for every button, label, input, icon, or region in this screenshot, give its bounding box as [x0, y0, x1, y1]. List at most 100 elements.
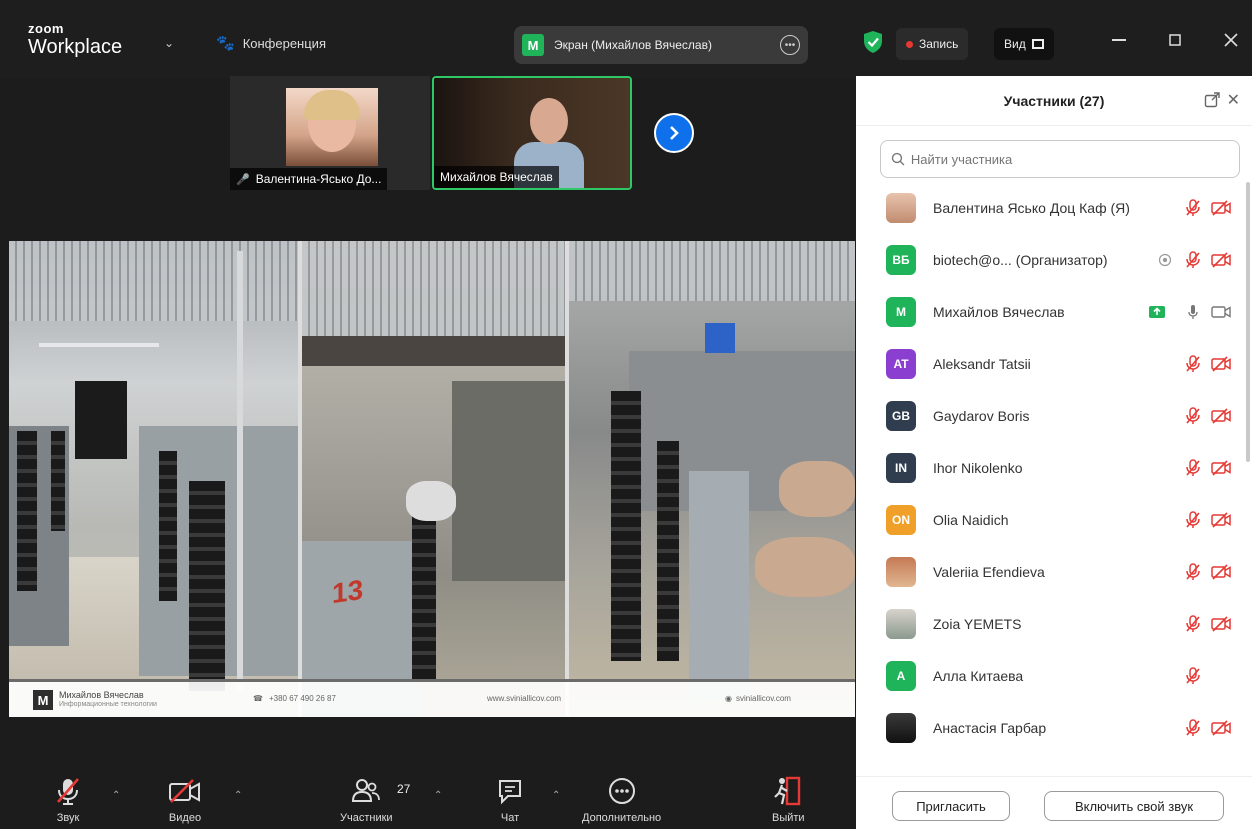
- participant-row[interactable]: Анастасія Гарбар: [856, 702, 1244, 754]
- participant-row[interactable]: Zoia YEMETS: [856, 598, 1244, 650]
- minimize-button[interactable]: [1104, 28, 1134, 52]
- zoom-window: zoom Workplace ⌄ 🐾 Конференция M Экран (…: [0, 0, 1252, 829]
- video-thumbnail[interactable]: 🎤 Валентина-Ясько До...: [230, 76, 430, 190]
- footer-social-text: sviniallicov.com: [735, 694, 791, 703]
- participants-icon: [351, 776, 381, 806]
- maximize-button[interactable]: [1160, 28, 1190, 52]
- mic-muted-icon: [1182, 354, 1204, 374]
- avatar: [886, 609, 916, 639]
- mic-muted-icon: [1182, 406, 1204, 426]
- footer-logo: M Михайлов Вячеслав Информационные техно…: [33, 690, 157, 710]
- view-label: Вид: [1004, 37, 1026, 51]
- participant-row[interactable]: Valeriia Efendieva: [856, 546, 1244, 598]
- participant-row[interactable]: IN Ihor Nikolenko: [856, 442, 1244, 494]
- thumbnail-name-text: Валентина-Ясько До...: [255, 172, 382, 186]
- audio-button[interactable]: Звук: [54, 776, 82, 824]
- chat-label: Чат: [500, 812, 520, 824]
- screen-share-label: Экран (Михайлов Вячеслав): [554, 38, 712, 52]
- slide-footer: M Михайлов Вячеслав Информационные техно…: [9, 679, 855, 717]
- screen-share-pill[interactable]: M Экран (Михайлов Вячеслав) •••: [514, 26, 808, 64]
- avatar: GB: [886, 401, 916, 431]
- minimize-icon: [1112, 39, 1126, 41]
- participant-list: Валентина Ясько Доц Каф (Я) ВБ biotech@o..…: [856, 182, 1244, 772]
- chat-options-caret[interactable]: ⌃: [552, 790, 560, 801]
- close-panel-icon[interactable]: ✕: [1227, 90, 1240, 110]
- participants-button[interactable]: Участники: [340, 776, 393, 824]
- camera-off-icon: [1210, 562, 1232, 582]
- camera-off-icon: [1210, 198, 1232, 218]
- shared-screen: 13 M Михайлов Вячеслав Информационные те…: [9, 241, 855, 717]
- participant-row[interactable]: ВБ biotech@o... (Организатор): [856, 234, 1244, 286]
- participant-name: biotech@o... (Организатор): [933, 252, 1108, 268]
- record-button[interactable]: Запись: [896, 28, 969, 60]
- more-icon: [607, 776, 637, 806]
- logo-workplace-text: Workplace: [28, 36, 123, 58]
- audio-label: Звук: [56, 812, 80, 824]
- avatar: [886, 557, 916, 587]
- maximize-icon: [1169, 34, 1181, 46]
- record-icon: [1154, 250, 1176, 270]
- close-window-button[interactable]: [1216, 28, 1246, 52]
- globe-icon: ◉: [725, 694, 732, 703]
- chevron-down-icon[interactable]: ⌄: [164, 36, 174, 50]
- participant-name: Olia Naidich: [933, 512, 1009, 528]
- footer-social: ◉ sviniallicov.com: [725, 694, 791, 703]
- participant-row[interactable]: GB Gaydarov Boris: [856, 390, 1244, 442]
- mic-muted-icon: [1182, 562, 1204, 582]
- video-label: Видео: [168, 812, 202, 824]
- conference-label: Конференция: [242, 35, 326, 51]
- participant-name: Ihor Nikolenko: [933, 460, 1023, 476]
- mic-muted-icon: [54, 776, 82, 806]
- invite-button[interactable]: Пригласить: [892, 791, 1010, 821]
- camera-off-icon: [1210, 614, 1232, 634]
- barn-photo-3: [569, 241, 855, 717]
- camera-off-icon: [1210, 510, 1232, 530]
- participant-row[interactable]: AT Aleksandr Tatsii: [856, 338, 1244, 390]
- participant-search[interactable]: [880, 140, 1240, 178]
- chat-button[interactable]: Чат: [496, 776, 524, 824]
- participants-count: 27: [397, 782, 411, 796]
- paw-icon: 🐾: [216, 35, 235, 52]
- more-options-icon[interactable]: •••: [780, 35, 800, 55]
- view-button[interactable]: Вид: [994, 28, 1054, 60]
- participant-row[interactable]: Валентина Ясько Доц Каф (Я): [856, 182, 1244, 234]
- grid-view-icon: [1031, 39, 1044, 49]
- audio-options-caret[interactable]: ⌃: [112, 790, 120, 801]
- panel-footer: Пригласить Включить свой звук: [856, 776, 1252, 829]
- participants-options-caret[interactable]: ⌃: [434, 790, 442, 801]
- participant-video: [286, 88, 378, 166]
- participant-row[interactable]: ON Olia Naidich: [856, 494, 1244, 546]
- footer-name: Михайлов Вячеслав: [59, 690, 144, 701]
- thumbnail-name: Михайлов Вячеслав: [434, 166, 559, 188]
- video-thumbnail-active[interactable]: Михайлов Вячеслав: [432, 76, 632, 190]
- logo-zoom-text: zoom: [28, 21, 64, 36]
- next-page-button[interactable]: [654, 113, 694, 153]
- leave-button[interactable]: Выйти: [772, 776, 805, 824]
- conference-menu[interactable]: 🐾 Конференция: [216, 34, 326, 52]
- participant-name: Алла Китаева: [933, 668, 1024, 684]
- footer-phone: ☎ +380 67 490 26 87: [253, 694, 336, 703]
- avatar: [886, 193, 916, 223]
- popout-icon[interactable]: [1204, 92, 1220, 108]
- participant-name: Валентина Ясько Доц Каф (Я): [933, 200, 1130, 216]
- video-options-caret[interactable]: ⌃: [234, 790, 242, 801]
- participant-row[interactable]: A Алла Китаева: [856, 650, 1244, 702]
- list-scrollbar[interactable]: [1246, 182, 1250, 462]
- unmute-self-button[interactable]: Включить свой звук: [1044, 791, 1224, 821]
- participants-label: Участники: [340, 812, 393, 824]
- camera-off-icon: [168, 776, 202, 806]
- participant-row[interactable]: M Михайлов Вячеслав: [856, 286, 1244, 338]
- more-button[interactable]: Дополнительно: [582, 776, 661, 824]
- video-button[interactable]: Видео: [168, 776, 202, 824]
- mic-muted-icon: [1182, 250, 1204, 270]
- participant-name: Анастасія Гарбар: [933, 720, 1047, 736]
- participants-panel: Участники (27) ✕ Валентина Ясько Доц Каф…: [856, 76, 1252, 829]
- leave-label: Выйти: [772, 812, 805, 824]
- participant-name: Zoia YEMETS: [933, 616, 1022, 632]
- panel-title: Участники (27): [856, 76, 1252, 126]
- shield-icon[interactable]: [862, 30, 884, 54]
- participant-name: Gaydarov Boris: [933, 408, 1030, 424]
- avatar: A: [886, 661, 916, 691]
- search-input[interactable]: [910, 151, 1229, 167]
- mic-muted-icon: [1182, 666, 1204, 686]
